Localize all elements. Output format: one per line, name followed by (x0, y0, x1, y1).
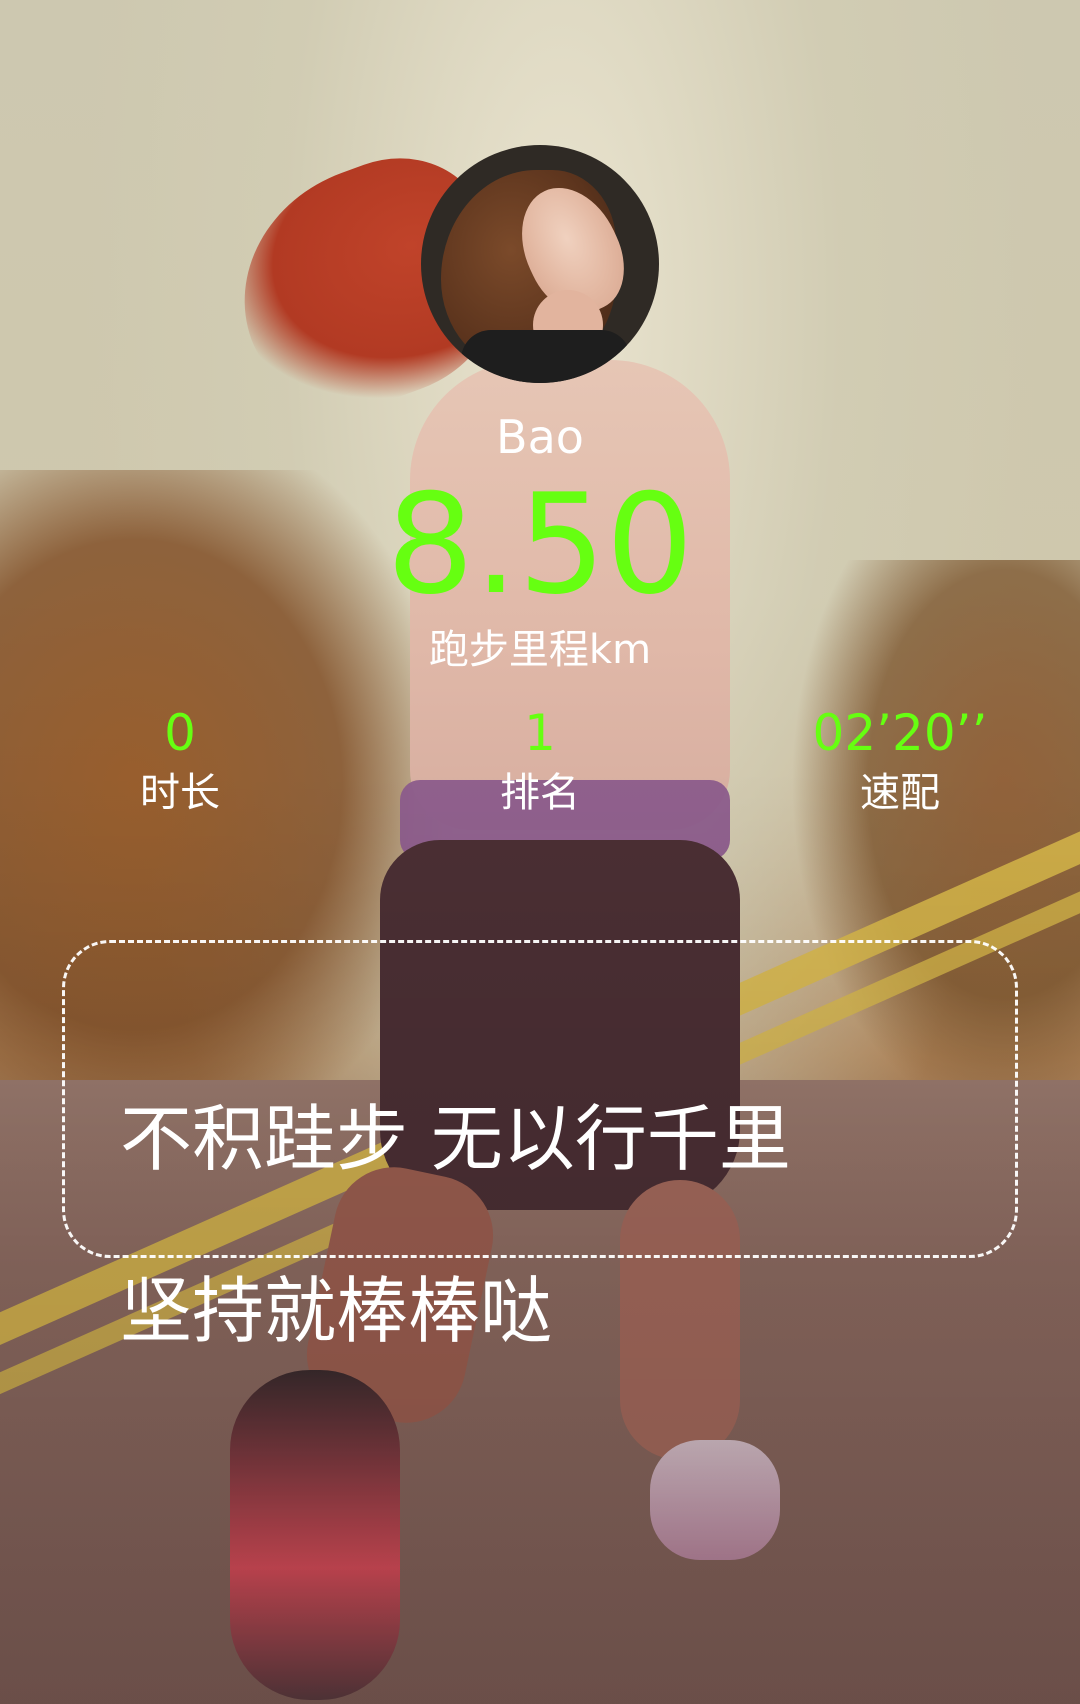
stat-pace-label: 速配 (860, 770, 940, 816)
run-stats: 0 时长 1 排名 02’20’’ 速配 (0, 703, 1080, 833)
avatar-shirt (461, 330, 631, 383)
stat-rank: 1 排名 (420, 703, 660, 823)
motivation-quote: 不积跬步 无以行千里 坚持就棒棒哒 (120, 1010, 980, 1440)
stat-duration: 0 时长 (60, 703, 300, 823)
user-avatar[interactable] (421, 145, 659, 383)
stat-pace-value: 02’20’’ (812, 704, 988, 762)
run-distance-label: 跑步里程km (428, 627, 652, 673)
stat-rank-value: 1 (524, 704, 556, 762)
run-distance-value: 8.50 (386, 464, 694, 625)
run-summary-screen: Bao 8.50 跑步里程km 0 时长 1 排名 02’20’’ 速配 不积跬… (0, 0, 1080, 1704)
stat-duration-value: 0 (164, 704, 196, 762)
stat-pace: 02’20’’ 速配 (780, 703, 1020, 823)
username: Bao (496, 410, 584, 464)
stat-duration-label: 时长 (140, 770, 220, 816)
stat-rank-label: 排名 (500, 770, 580, 816)
motivation-quote-line-2: 坚持就棒棒哒 (120, 1269, 553, 1353)
motivation-quote-line-1: 不积跬步 无以行千里 (120, 1097, 791, 1181)
